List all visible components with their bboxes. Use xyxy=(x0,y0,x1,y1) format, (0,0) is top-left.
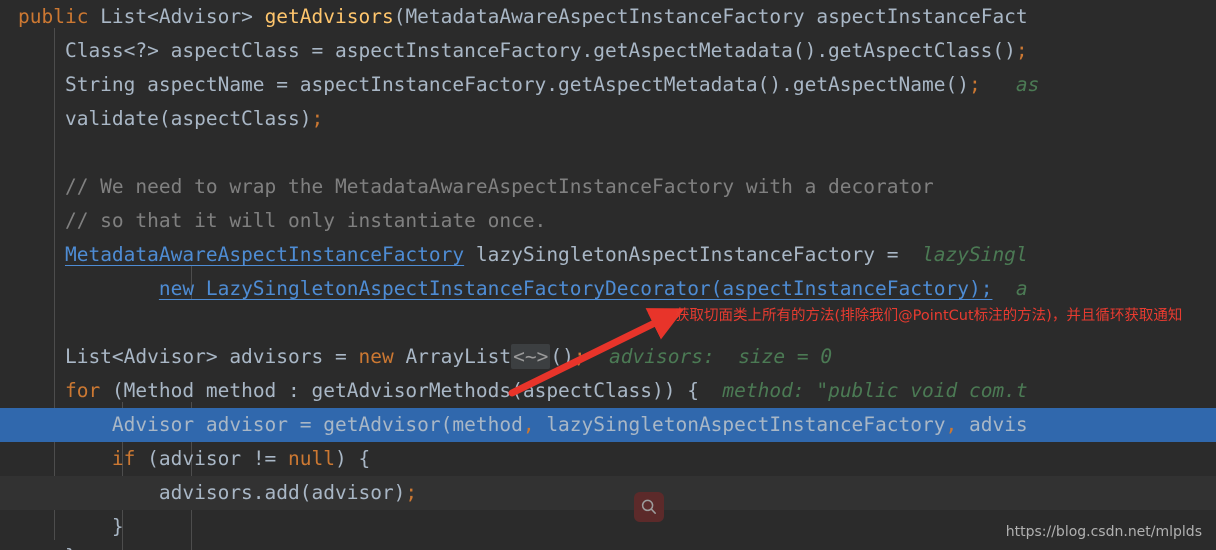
line-validate[interactable]: validate(aspectClass); xyxy=(0,102,1216,136)
code-token-plain: advis xyxy=(957,413,1028,436)
code-token-semi: ; xyxy=(405,481,418,504)
line-comment-1[interactable]: // We need to wrap the MetadataAwareAspe… xyxy=(0,170,1216,204)
code-token-plain: (advisor != xyxy=(147,447,289,470)
code-line-text: public List<Advisor> getAdvisors(Metadat… xyxy=(18,0,1028,34)
code-token-link: new LazySingletonAspectInstanceFactoryDe… xyxy=(158,277,993,300)
line-for-loop[interactable]: for (Method method : getAdvisorMethods(a… xyxy=(0,374,1216,408)
code-token-semi: ; xyxy=(968,73,981,96)
code-token-semi: ; xyxy=(311,107,324,130)
code-token-fold: <~> xyxy=(511,344,551,369)
line-lazy-new[interactable]: new LazySingletonAspectInstanceFactoryDe… xyxy=(0,272,1216,306)
code-line-text: new LazySingletonAspectInstanceFactoryDe… xyxy=(18,272,1028,306)
code-token-cmt: // We need to wrap the MetadataAwareAspe… xyxy=(18,175,934,198)
line-signature[interactable]: public List<Advisor> getAdvisors(Metadat… xyxy=(0,0,1216,34)
line-get-advisor[interactable]: Advisor advisor = getAdvisor(method, laz… xyxy=(0,408,1216,442)
code-line-text: List<Advisor> advisors = new ArrayList <~… xyxy=(18,340,832,374)
code-line-text: if (advisor != null) { xyxy=(18,442,370,476)
code-token-kw: if xyxy=(111,447,148,470)
code-line-text: // We need to wrap the MetadataAwareAspe… xyxy=(18,170,934,204)
code-line-text: } xyxy=(18,540,77,550)
code-editor-screenshot: public List<Advisor> getAdvisors(Metadat… xyxy=(0,0,1216,550)
line-advisors-add[interactable]: advisors.add(advisor); xyxy=(0,476,1216,510)
code-line-text: } xyxy=(18,510,124,544)
code-token-kw: null xyxy=(288,447,336,470)
code-token-plain: (Method method : getAdvisorMethods(aspec… xyxy=(111,379,699,402)
watermark-url: https://blog.csdn.net/mlplds xyxy=(1005,524,1202,540)
code-token-plain: List<Advisor> advisors = xyxy=(18,345,359,368)
code-token-hint: a xyxy=(992,277,1028,300)
code-token-semi: , xyxy=(522,413,535,436)
code-token-cmt: // so that it will only instantiate once… xyxy=(18,209,547,232)
code-token-kw: for xyxy=(64,379,112,402)
code-token-plain: ) { xyxy=(335,447,371,470)
code-token-plain: () xyxy=(550,345,574,368)
code-line-text: MetadataAwareAspectInstanceFactory lazyS… xyxy=(18,238,1028,272)
code-line-text: for (Method method : getAdvisorMethods(a… xyxy=(18,374,1028,408)
code-token-semi: , xyxy=(945,413,958,436)
line-if-null[interactable]: if (advisor != null) { xyxy=(0,442,1216,476)
code-token-hint: method: "public void com.t xyxy=(698,379,1028,402)
code-token-hint: advisors: size = 0 xyxy=(585,345,833,368)
code-token-plain: advisors.add(advisor) xyxy=(18,481,406,504)
code-token-plain: } xyxy=(18,515,124,538)
code-token-plain: Class<?> aspectClass = aspectInstanceFac… xyxy=(18,39,1016,62)
code-line-text: Advisor advisor = getAdvisor(method, laz… xyxy=(18,408,1028,442)
code-token-plain: } xyxy=(18,545,77,550)
code-token-hint: as xyxy=(980,73,1040,96)
code-lines-container[interactable]: public List<Advisor> getAdvisors(Metadat… xyxy=(0,0,1216,550)
code-line-text: validate(aspectClass); xyxy=(18,102,323,136)
code-token-semi: ; xyxy=(573,345,586,368)
code-token-plain: lazySingletonAspectInstanceFactory = xyxy=(464,243,911,266)
code-token-meth: getAdvisors xyxy=(264,5,394,28)
code-token-plain: validate(aspectClass) xyxy=(18,107,312,130)
annotation-text: 获取切面类上所有的方法(排除我们@PointCut标注的方法)，并且循环获取通知 xyxy=(675,308,1183,324)
code-line-text: String aspectName = aspectInstanceFactor… xyxy=(18,68,1039,102)
code-token-hint: lazySingl xyxy=(910,243,1028,266)
search-badge[interactable] xyxy=(634,492,664,522)
search-icon xyxy=(641,499,656,514)
code-token-plain: (MetadataAwareAspectInstanceFactory aspe… xyxy=(393,5,1028,28)
code-token-semi: ; xyxy=(1015,39,1028,62)
code-line-text: Class<?> aspectClass = aspectInstanceFac… xyxy=(18,34,1028,68)
line-close-for[interactable]: } xyxy=(0,540,1216,550)
code-token-kw: public xyxy=(18,5,101,28)
code-line-text: advisors.add(advisor); xyxy=(18,476,417,510)
line-blank-1[interactable] xyxy=(0,136,1216,170)
code-token-link: MetadataAwareAspectInstanceFactory xyxy=(64,243,465,266)
code-line-text: // so that it will only instantiate once… xyxy=(18,204,546,238)
code-token-plain: lazySingletonAspectInstanceFactory xyxy=(534,413,946,436)
code-token-plain: Advisor advisor = getAdvisor(method xyxy=(18,413,523,436)
code-token-plain: List<Advisor> xyxy=(100,5,265,28)
line-advisors-list[interactable]: List<Advisor> advisors = new ArrayList <~… xyxy=(0,340,1216,374)
code-token-kw: new xyxy=(358,345,406,368)
line-comment-2[interactable]: // so that it will only instantiate once… xyxy=(0,204,1216,238)
line-aspect-class[interactable]: Class<?> aspectClass = aspectInstanceFac… xyxy=(0,34,1216,68)
line-lazy-decl[interactable]: MetadataAwareAspectInstanceFactory lazyS… xyxy=(0,238,1216,272)
code-token-plain: ArrayList xyxy=(405,345,512,368)
line-aspect-name[interactable]: String aspectName = aspectInstanceFactor… xyxy=(0,68,1216,102)
code-token-plain: String aspectName = aspectInstanceFactor… xyxy=(18,73,969,96)
